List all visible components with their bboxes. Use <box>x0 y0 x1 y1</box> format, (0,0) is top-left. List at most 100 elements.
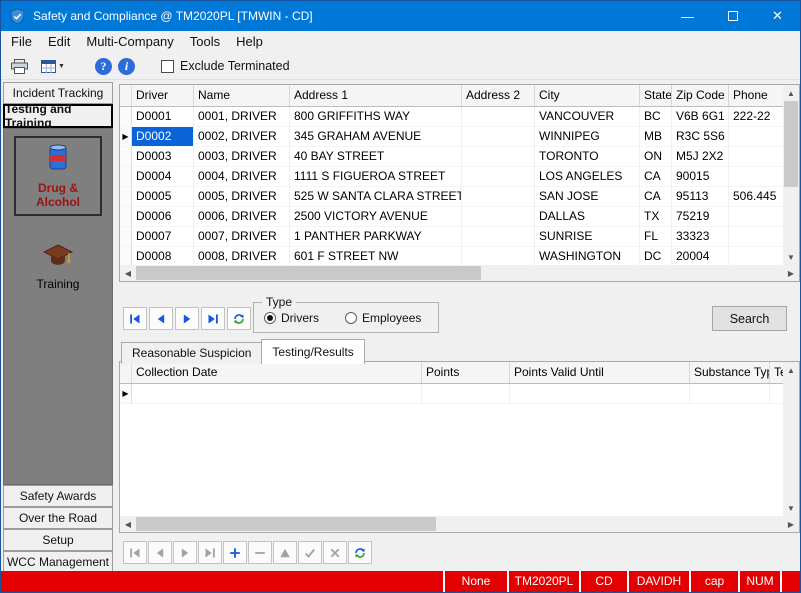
column-header[interactable]: State <box>640 85 672 107</box>
maximize-button[interactable] <box>710 1 755 31</box>
grid-cell[interactable]: WINNIPEG <box>535 127 640 147</box>
grid-cell[interactable]: 1 PANTHER PARKWAY <box>290 227 462 247</box>
grid-cell[interactable]: DC <box>640 247 672 267</box>
sidebar-item-testing-and-training[interactable]: Testing and Training <box>3 104 113 128</box>
minimize-button[interactable]: — <box>665 1 710 31</box>
prior-record-button[interactable] <box>148 541 172 564</box>
post-edit-button[interactable] <box>298 541 322 564</box>
radio-employees[interactable]: Employees <box>345 311 421 325</box>
grid-cell[interactable]: M5J 2X2 <box>672 147 729 167</box>
sidebar-item-setup[interactable]: Setup <box>3 529 113 551</box>
tab-testing-results[interactable]: Testing/Results <box>261 339 364 364</box>
close-button[interactable]: ✕ <box>755 1 800 31</box>
table-row[interactable]: D00040004, DRIVER1111 S FIGUEROA STREET L… <box>120 167 783 187</box>
scroll-up-button[interactable]: ▲ <box>783 362 799 378</box>
scrollbar-track[interactable] <box>436 516 783 532</box>
grid-cell[interactable]: 0001, DRIVER <box>194 107 290 127</box>
grid-cell[interactable]: D0004 <box>132 167 194 187</box>
grid-cell[interactable] <box>462 207 535 227</box>
grid-cell[interactable] <box>462 107 535 127</box>
grid-cell[interactable]: FL <box>640 227 672 247</box>
scroll-left-button[interactable]: ◀ <box>120 516 136 532</box>
grid-cell[interactable]: 33323 <box>672 227 729 247</box>
sidebar-item-safety-awards[interactable]: Safety Awards <box>3 485 113 507</box>
grid-cell[interactable] <box>462 227 535 247</box>
grid-cell[interactable]: 1111 S FIGUEROA STREET <box>290 167 462 187</box>
grid-cell[interactable] <box>770 384 783 404</box>
grid-cell[interactable]: 601 F STREET NW <box>290 247 462 267</box>
print-button[interactable] <box>6 54 32 78</box>
grid-cell[interactable]: D0005 <box>132 187 194 207</box>
first-record-button[interactable] <box>123 541 147 564</box>
column-header[interactable]: Address 1 <box>290 85 462 107</box>
scrollbar-thumb[interactable] <box>136 517 436 531</box>
column-header[interactable]: Name <box>194 85 290 107</box>
grid-cell[interactable]: 0004, DRIVER <box>194 167 290 187</box>
menu-item-edit[interactable]: Edit <box>40 31 78 53</box>
scroll-right-button[interactable]: ▶ <box>783 265 799 281</box>
grid-cell[interactable] <box>729 147 783 167</box>
grid-cell[interactable]: ON <box>640 147 672 167</box>
grid-cell[interactable]: 0002, DRIVER <box>194 127 290 147</box>
grid-cell[interactable]: TX <box>640 207 672 227</box>
grid-cell[interactable] <box>729 167 783 187</box>
grid-cell[interactable] <box>729 207 783 227</box>
about-button[interactable]: i <box>118 58 135 75</box>
grid-cell[interactable]: SUNRISE <box>535 227 640 247</box>
grid-cell[interactable]: CA <box>640 167 672 187</box>
grid-cell[interactable] <box>510 384 690 404</box>
menu-item-multi-company[interactable]: Multi-Company <box>78 31 181 53</box>
next-record-button[interactable] <box>173 541 197 564</box>
search-button[interactable]: Search <box>712 306 787 331</box>
grid-cell[interactable]: D0001 <box>132 107 194 127</box>
grid-cell[interactable]: 525 W SANTA CLARA STREET <box>290 187 462 207</box>
grid-cell[interactable]: LOS ANGELES <box>535 167 640 187</box>
grid-options-button[interactable]: ▼ <box>35 54 71 78</box>
grid-cell[interactable]: 40 BAY STREET <box>290 147 462 167</box>
grid-cell[interactable]: TORONTO <box>535 147 640 167</box>
grid-cell[interactable] <box>462 167 535 187</box>
grid-cell[interactable]: 0006, DRIVER <box>194 207 290 227</box>
sidebar-item-wcc-management[interactable]: WCC Management <box>3 551 113 572</box>
vertical-scrollbar[interactable]: ▲ ▼ <box>783 362 799 516</box>
grid-cell[interactable]: 0005, DRIVER <box>194 187 290 207</box>
refresh-button[interactable] <box>227 307 251 330</box>
grid-cell[interactable]: 800 GRIFFITHS WAY <box>290 107 462 127</box>
sidebar-item-over-the-road[interactable]: Over the Road <box>3 507 113 529</box>
grid-cell[interactable]: BC <box>640 107 672 127</box>
sidebar-item-drug-alcohol[interactable]: Drug & Alcohol <box>14 136 102 216</box>
column-header[interactable]: Phone <box>729 85 783 107</box>
next-record-button[interactable] <box>175 307 199 330</box>
grid-cell[interactable]: 222-22 <box>729 107 783 127</box>
table-row[interactable]: ▶ <box>120 384 783 404</box>
delete-record-button[interactable] <box>248 541 272 564</box>
grid-cell[interactable]: D0003 <box>132 147 194 167</box>
grid-cell[interactable]: 0007, DRIVER <box>194 227 290 247</box>
sidebar-item-incident-tracking[interactable]: Incident Tracking <box>3 82 113 104</box>
column-header[interactable]: Zip Code <box>672 85 729 107</box>
scrollbar-track[interactable] <box>481 265 783 281</box>
grid-cell[interactable]: 0008, DRIVER <box>194 247 290 267</box>
grid-cell[interactable] <box>729 247 783 267</box>
refresh-button[interactable] <box>348 541 372 564</box>
edit-record-button[interactable] <box>273 541 297 564</box>
vertical-scrollbar[interactable]: ▲ ▼ <box>783 85 799 265</box>
scroll-left-button[interactable]: ◀ <box>120 265 136 281</box>
grid-cell[interactable] <box>462 247 535 267</box>
horizontal-scrollbar[interactable]: ◀ ▶ <box>120 516 799 532</box>
prior-record-button[interactable] <box>149 307 173 330</box>
column-header[interactable]: Points <box>422 362 510 384</box>
column-header[interactable]: Points Valid Until <box>510 362 690 384</box>
grid-cell[interactable] <box>729 227 783 247</box>
scroll-up-button[interactable]: ▲ <box>783 85 799 101</box>
grid-cell[interactable] <box>132 384 422 404</box>
table-row[interactable]: D00050005, DRIVER525 W SANTA CLARA STREE… <box>120 187 783 207</box>
grid-cell[interactable]: V6B 6G1 <box>672 107 729 127</box>
table-row[interactable]: D00010001, DRIVER800 GRIFFITHS WAYVANCOU… <box>120 107 783 127</box>
help-button[interactable]: ? <box>95 58 112 75</box>
grid-cell[interactable] <box>462 187 535 207</box>
title-bar[interactable]: Safety and Compliance @ TM2020PL [TMWIN … <box>1 1 800 31</box>
grid-cell[interactable]: D0007 <box>132 227 194 247</box>
last-record-button[interactable] <box>201 307 225 330</box>
column-header[interactable]: City <box>535 85 640 107</box>
